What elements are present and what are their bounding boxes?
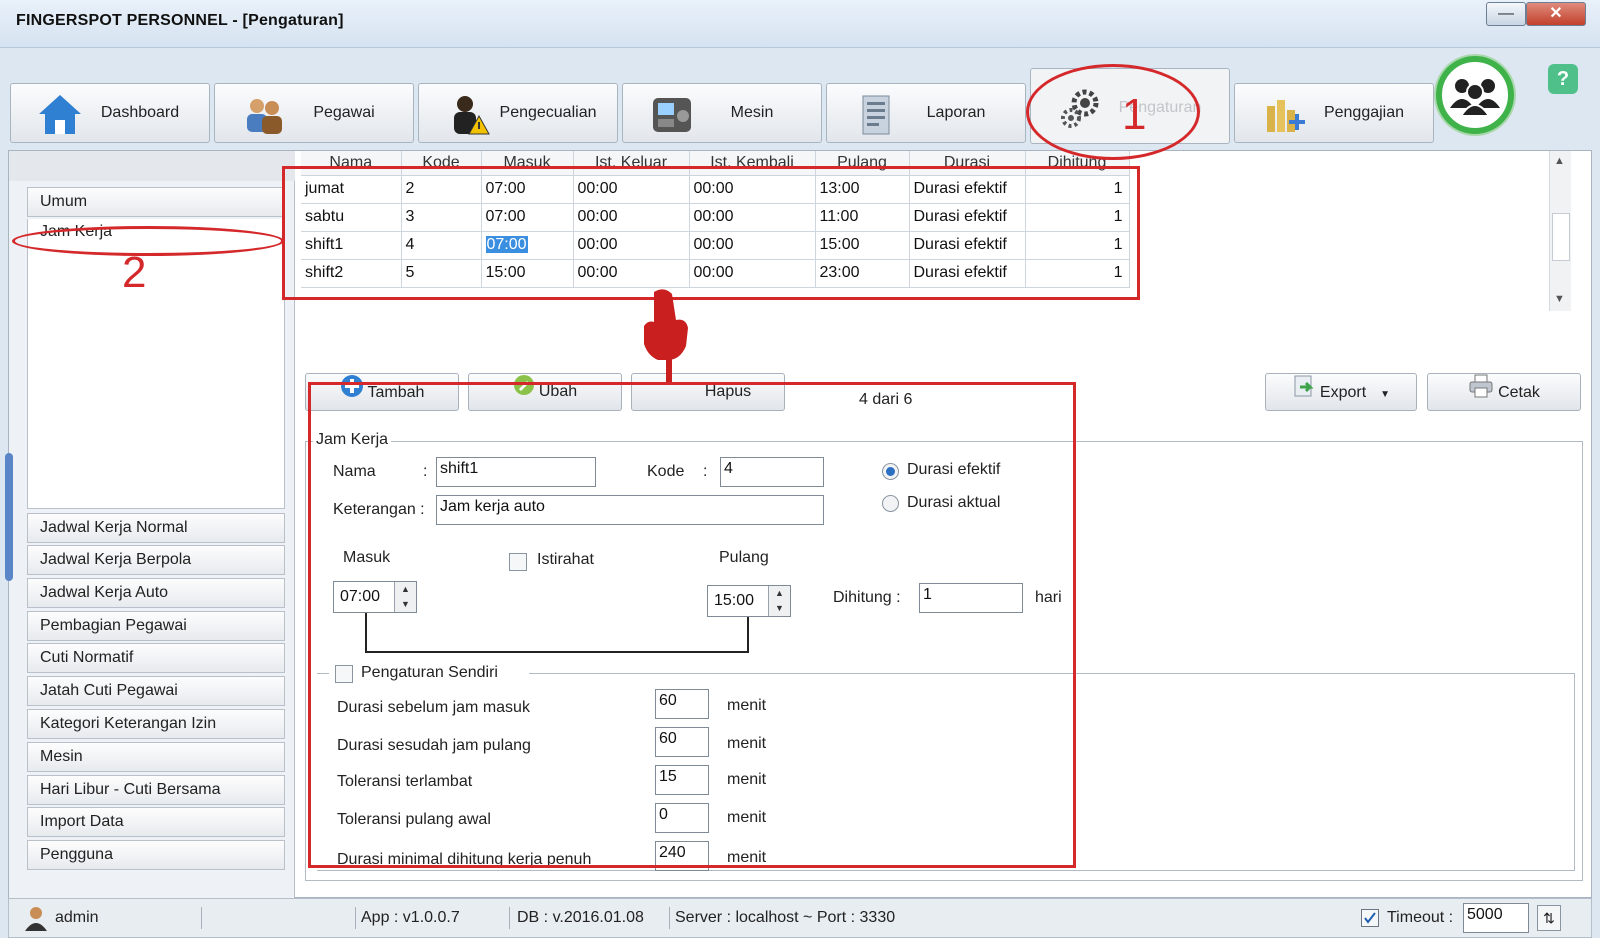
scroll-thumb[interactable] — [1552, 213, 1570, 261]
grid-scrollbar[interactable]: ▲ ▼ — [1549, 151, 1571, 311]
timeout-spin-icon[interactable]: ⇅ — [1537, 905, 1561, 931]
export-label: Export — [1319, 384, 1367, 402]
sidebar-item-jadwal-kerja-berpola[interactable]: Jadwal Kerja Berpola — [27, 545, 285, 575]
sidebar-collapse-handle[interactable] — [5, 453, 13, 581]
close-button[interactable]: ✕ — [1526, 2, 1586, 26]
cetak-button[interactable]: Cetak — [1427, 373, 1581, 411]
minimize-button[interactable]: — — [1486, 2, 1526, 26]
tab-pegawai[interactable]: Pegawai — [214, 83, 414, 143]
sidebar-item-hari-libur[interactable]: Hari Libur - Cuti Bersama — [27, 775, 285, 805]
status-user: admin — [55, 909, 99, 926]
dropdown-arrow-icon[interactable]: ▼ — [1380, 389, 1390, 400]
timeout-checkbox[interactable] — [1361, 909, 1379, 927]
settings-sidebar: Umum Jam Kerja Jadwal Kerja Normal Jadwa… — [5, 151, 295, 899]
help-icon[interactable]: ? — [1548, 64, 1578, 94]
report-icon — [862, 95, 890, 135]
sidebar-item-pengguna[interactable]: Pengguna — [27, 840, 285, 870]
user-icon — [23, 905, 49, 936]
check-icon — [1364, 912, 1376, 924]
form-highlight-box — [308, 382, 1076, 868]
status-separator — [669, 907, 670, 929]
export-icon — [1292, 374, 1316, 412]
tab-label: Penggajian — [1323, 104, 1405, 121]
status-separator — [355, 907, 356, 929]
tab-label: Dashboard — [100, 104, 180, 121]
jam-kerja-highlight-ellipse — [12, 226, 284, 256]
status-separator — [201, 907, 202, 929]
status-separator — [509, 907, 510, 929]
status-server: Server : localhost ~ Port : 3330 — [675, 909, 896, 926]
timeout-label: Timeout : — [1387, 909, 1454, 926]
pengaturan-highlight-ellipse — [1026, 64, 1200, 160]
export-button[interactable]: Export ▼ — [1265, 373, 1417, 411]
scroll-up-icon[interactable]: ▲ — [1554, 155, 1565, 167]
sidebar-item-kategori-keterangan-izin[interactable]: Kategori Keterangan Izin — [27, 709, 285, 739]
timeout-field[interactable]: 5000 — [1463, 903, 1529, 933]
fingerprint-machine-icon — [653, 98, 691, 132]
sidebar-item-jadwal-kerja-normal[interactable]: Jadwal Kerja Normal — [27, 513, 285, 543]
sidebar-item-import-data[interactable]: Import Data — [27, 807, 285, 837]
sidebar-item-umum[interactable]: Umum — [27, 187, 285, 217]
sidebar-item-cuti-normatif[interactable]: Cuti Normatif — [27, 643, 285, 673]
user-group-button[interactable] — [1436, 56, 1514, 134]
status-app-version: App : v1.0.0.7 — [361, 909, 460, 926]
tab-label: Laporan — [926, 104, 986, 121]
sidebar-sublist: Jam Kerja — [27, 219, 285, 509]
tab-mesin[interactable]: Mesin — [622, 83, 822, 143]
tab-dashboard[interactable]: Dashboard — [10, 83, 210, 143]
status-db-version: DB : v.2016.01.08 — [517, 909, 644, 926]
tab-pengecualian[interactable]: Pengecualian — [418, 83, 618, 143]
pointing-hand-icon — [644, 289, 688, 382]
annotation-number-2: 2 — [122, 248, 147, 297]
sidebar-item-mesin[interactable]: Mesin — [27, 742, 285, 772]
sidebar-header — [9, 151, 295, 181]
status-bar: admin App : v1.0.0.7 DB : v.2016.01.08 S… — [8, 898, 1592, 938]
sidebar-item-jadwal-kerja-auto[interactable]: Jadwal Kerja Auto — [27, 578, 285, 608]
tab-label: Pegawai — [313, 104, 375, 121]
sidebar-item-jatah-cuti-pegawai[interactable]: Jatah Cuti Pegawai — [27, 676, 285, 706]
window-title: FINGERSPOT PERSONNEL - [Pengaturan] — [16, 12, 344, 29]
tab-laporan[interactable]: Laporan — [826, 83, 1026, 143]
scroll-down-icon[interactable]: ▼ — [1554, 293, 1565, 305]
people-icon — [247, 99, 282, 134]
printer-icon — [1468, 374, 1494, 412]
home-icon — [39, 95, 81, 134]
tab-penggajian[interactable]: Penggajian — [1234, 83, 1434, 143]
cetak-label: Cetak — [1498, 384, 1540, 402]
tab-label: Pengecualian — [499, 104, 597, 121]
warning-person-icon — [454, 96, 490, 135]
annotation-number-1: 1 — [1122, 90, 1147, 139]
user-group-icon — [1450, 79, 1500, 117]
title-bar: FINGERSPOT PERSONNEL - [Pengaturan] — ✕ — [0, 0, 1600, 48]
grid-highlight-box — [282, 166, 1140, 300]
sidebar-item-pembagian-pegawai[interactable]: Pembagian Pegawai — [27, 611, 285, 641]
tab-label: Mesin — [730, 104, 774, 121]
coins-icon — [1267, 100, 1305, 132]
